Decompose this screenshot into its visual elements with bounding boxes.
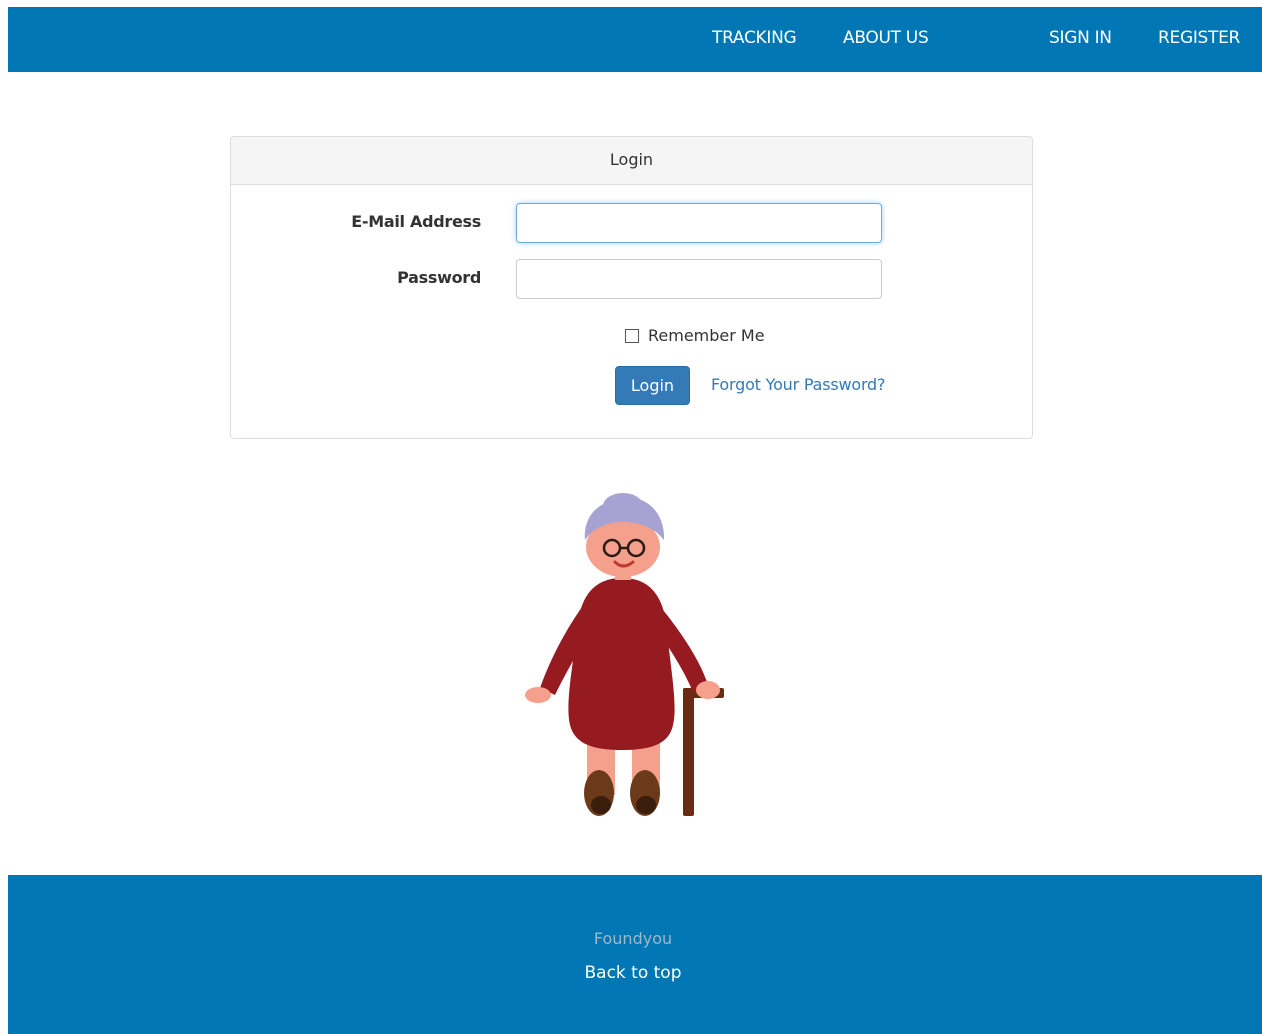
- cane-shaft: [683, 688, 694, 816]
- dress: [568, 578, 675, 750]
- nav-link-tracking[interactable]: TRACKING: [712, 7, 797, 72]
- password-label: Password: [397, 268, 481, 287]
- left-hand: [525, 687, 551, 703]
- remember-me-label: Remember Me: [648, 326, 765, 345]
- nav-link-about-us[interactable]: ABOUT US: [843, 7, 929, 72]
- password-field[interactable]: [516, 259, 882, 299]
- right-shoe-sole: [636, 796, 656, 814]
- nav-link-sign-in[interactable]: SIGN IN: [1049, 7, 1112, 72]
- page: TRACKING ABOUT US SIGN IN REGISTER Login…: [0, 0, 1262, 1034]
- login-button[interactable]: Login: [615, 366, 690, 405]
- remember-me-checkbox[interactable]: [625, 328, 639, 343]
- email-label: E-Mail Address: [351, 212, 481, 231]
- left-shoe-sole: [591, 796, 611, 814]
- back-to-top-link[interactable]: Back to top: [8, 963, 1258, 983]
- hair-bun: [603, 493, 643, 519]
- forgot-password-link[interactable]: Forgot Your Password?: [711, 375, 885, 394]
- right-hand: [696, 681, 720, 699]
- elderly-woman-illustration: [525, 493, 724, 816]
- login-panel: Login E-Mail Address Password Remember M…: [230, 136, 1033, 439]
- nav-link-register[interactable]: REGISTER: [1158, 7, 1240, 72]
- login-panel-heading: Login: [231, 137, 1032, 185]
- footer: Foundyou Back to top: [8, 875, 1262, 1034]
- top-navbar: TRACKING ABOUT US SIGN IN REGISTER: [8, 7, 1262, 72]
- remember-me-control[interactable]: Remember Me: [625, 326, 765, 345]
- email-field[interactable]: [516, 203, 882, 243]
- footer-brand: Foundyou: [593, 929, 673, 948]
